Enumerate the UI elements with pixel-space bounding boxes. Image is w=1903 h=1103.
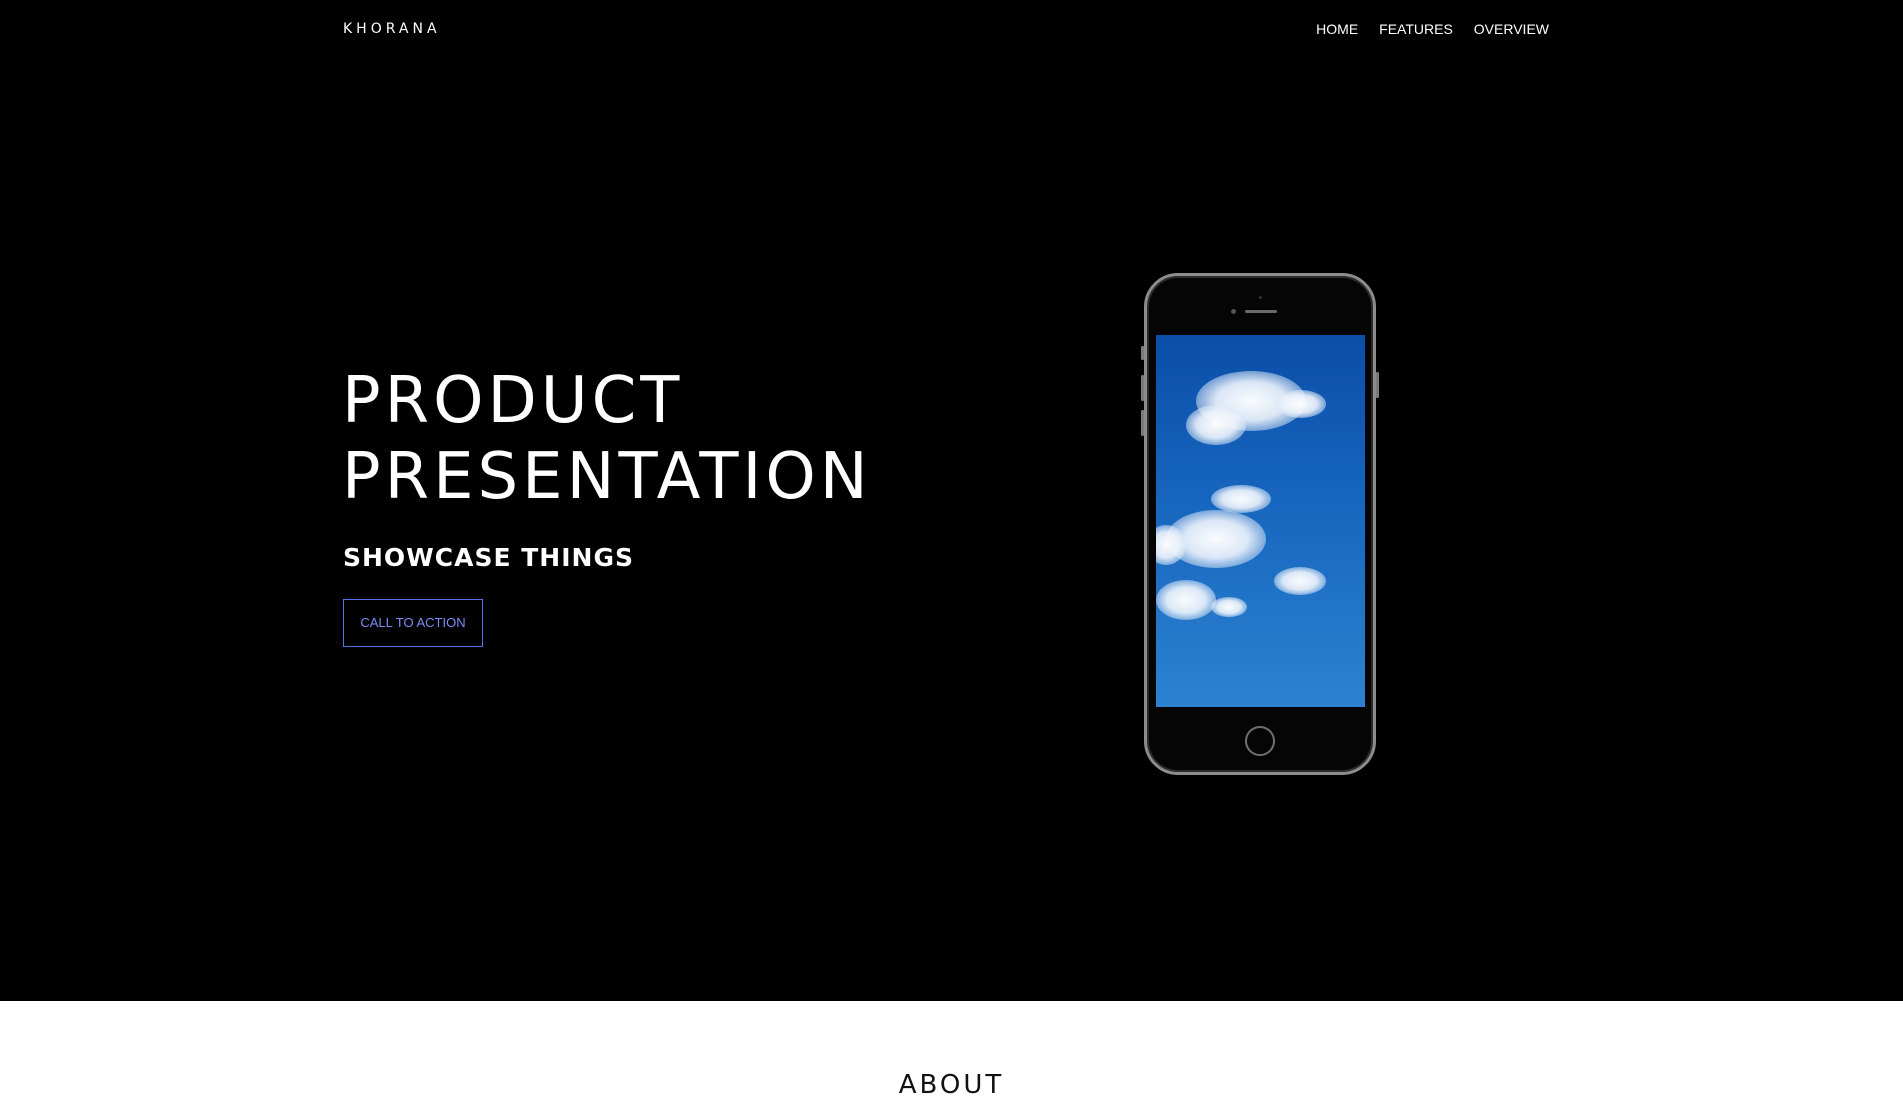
brand-logo[interactable]: KHORANA	[343, 20, 441, 38]
cloud	[1274, 567, 1326, 595]
cloud	[1211, 485, 1271, 513]
cloud	[1156, 580, 1216, 620]
nav-home[interactable]: HOME	[1316, 20, 1358, 38]
hero-subtitle: SHOWCASE THINGS	[343, 543, 634, 572]
cloud	[1276, 390, 1326, 418]
top-nav: HOME FEATURES OVERVIEW	[1316, 20, 1549, 38]
phone-volume-down	[1141, 410, 1144, 436]
hero-title-line-2: PRESENTATION	[342, 440, 872, 514]
call-to-action-button[interactable]: CALL TO ACTION	[343, 599, 483, 647]
cloud	[1211, 597, 1247, 617]
nav-features[interactable]: FEATURES	[1379, 20, 1453, 38]
phone-volume-up	[1141, 375, 1144, 401]
about-heading: ABOUT	[898, 1070, 1005, 1100]
hero-title: PRODUCT PRESENTATION	[342, 363, 872, 515]
hero-section: KHORANA HOME FEATURES OVERVIEW PRODUCT P…	[0, 0, 1903, 1001]
phone-camera	[1231, 309, 1236, 314]
cloud	[1186, 405, 1246, 445]
phone-mute-switch	[1141, 346, 1144, 360]
phone-speaker	[1245, 310, 1277, 313]
phone-mockup-image	[1141, 273, 1379, 775]
phone-power-button	[1376, 372, 1379, 398]
nav-overview[interactable]: OVERVIEW	[1474, 20, 1549, 38]
phone-home-button	[1245, 726, 1275, 756]
phone-sensor	[1259, 296, 1262, 299]
phone-screen-sky-wallpaper	[1156, 335, 1365, 707]
hero-title-line-1: PRODUCT	[342, 364, 684, 438]
